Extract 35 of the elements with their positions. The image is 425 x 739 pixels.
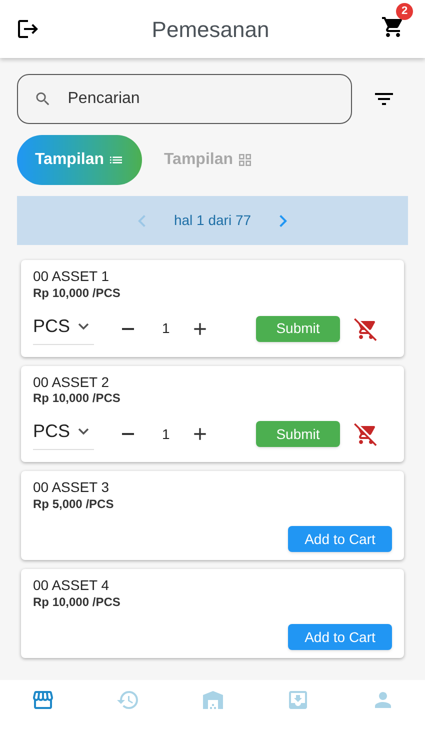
item-price: Rp 10,000 /PCS (33, 286, 122, 300)
item-price: Rp 10,000 /PCS (33, 391, 122, 406)
quantity-value: 1 (162, 319, 170, 338)
page-title: Pemesanan (150, 16, 270, 44)
submit-button[interactable]: Submit (256, 421, 340, 447)
grid-icon (237, 152, 254, 168)
item-name: 00 ASSET 2 (33, 374, 110, 391)
cart-badge: 2 (396, 3, 413, 20)
cart-off-icon (354, 422, 378, 446)
chevron-down-icon (78, 322, 90, 330)
item-name: 00 ASSET 1 (33, 268, 110, 286)
chevron-down-icon (78, 428, 90, 435)
store-icon (30, 688, 54, 712)
add-to-cart-button[interactable]: Add to Cart (288, 526, 392, 552)
unit-dropdown[interactable]: PCS (33, 312, 94, 344)
warehouse-icon (200, 688, 224, 712)
item-name: 00 ASSET 4 (33, 577, 110, 594)
logout-icon (16, 17, 40, 41)
cart-off-icon (354, 316, 378, 340)
search-input[interactable]: Pencarian (68, 87, 335, 111)
view-tab[interactable]: Tampilan (17, 135, 142, 185)
history-icon (116, 688, 140, 712)
minus-icon (122, 328, 134, 330)
item-name: 00 ASSET 3 (33, 479, 110, 496)
view-tab[interactable]: Tampilan (146, 135, 271, 185)
unit-dropdown[interactable]: PCS (33, 418, 94, 450)
search-field[interactable]: Pencarian (17, 74, 352, 124)
cart-icon (381, 15, 405, 39)
item-price: Rp 5,000 /PCS (33, 496, 115, 512)
minus-icon (122, 433, 134, 435)
submit-button[interactable]: Submit (256, 316, 340, 342)
quantity-value: 1 (162, 424, 170, 444)
page-indicator: hal 1 dari 77 (174, 211, 252, 230)
add-to-cart-button[interactable]: Add to Cart (288, 624, 392, 650)
item-price: Rp 10,000 /PCS (33, 594, 122, 610)
